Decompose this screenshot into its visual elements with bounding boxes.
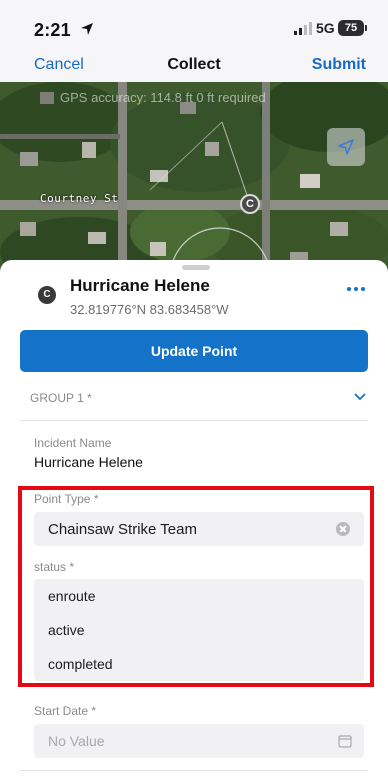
feature-coordinates: 32.819776°N 83.683458°W: [70, 302, 229, 317]
map-point-marker[interactable]: C: [240, 194, 260, 214]
sheet-grabber[interactable]: [182, 265, 210, 270]
incident-name-label: Incident Name: [34, 436, 112, 450]
point-type-label: Point Type *: [34, 492, 99, 506]
status-option-completed[interactable]: completed: [34, 647, 364, 681]
start-date-field[interactable]: No Value: [34, 724, 364, 758]
status-option-active[interactable]: active: [34, 613, 364, 647]
group-label: GROUP 1 *: [30, 391, 92, 405]
feature-sheet: C Hurricane Helene 32.819776°N 83.683458…: [0, 260, 388, 782]
divider: [20, 420, 368, 421]
option-label: enroute: [48, 588, 96, 604]
option-label: active: [48, 622, 85, 638]
feature-type-icon: C: [38, 286, 56, 304]
clear-icon[interactable]: [336, 522, 350, 536]
status-options: enroute active completed: [34, 579, 364, 681]
status-option-enroute[interactable]: enroute: [34, 579, 364, 613]
chevron-down-icon: [354, 393, 366, 401]
incident-name-value: Hurricane Helene: [34, 454, 143, 470]
network-type: 5G: [316, 20, 335, 36]
group-header[interactable]: GROUP 1 *: [20, 388, 368, 410]
option-label: completed: [48, 656, 113, 672]
status-label: status *: [34, 560, 75, 574]
submit-button[interactable]: Submit: [312, 56, 366, 74]
feature-title: Hurricane Helene: [70, 276, 210, 295]
start-date-placeholder: No Value: [48, 733, 105, 749]
nav-bar: Cancel Collect Submit: [0, 48, 388, 82]
map-view[interactable]: GPS accuracy: 114.8 ft 0 ft required Cou…: [0, 82, 388, 278]
more-options-button[interactable]: [345, 282, 367, 296]
location-arrow-icon: [81, 23, 93, 35]
locate-me-icon: [338, 139, 354, 155]
locate-me-button[interactable]: [327, 128, 365, 166]
signal-bars-icon: [294, 22, 312, 35]
calendar-icon: [338, 735, 352, 748]
gps-accuracy-text: GPS accuracy: 114.8 ft 0 ft required: [60, 90, 266, 105]
satellite-imagery: [0, 82, 388, 278]
status-bar: 2:21 5G 75: [0, 0, 388, 48]
street-label: Courtney St: [40, 192, 119, 205]
point-type-field[interactable]: Chainsaw Strike Team: [34, 512, 364, 546]
divider: [20, 770, 368, 771]
battery-indicator: 75: [338, 20, 367, 36]
status-time: 2:21: [34, 20, 71, 40]
start-date-label: Start Date *: [34, 704, 97, 718]
more-dots-icon: [347, 287, 365, 291]
point-type-value: Chainsaw Strike Team: [48, 521, 197, 538]
update-point-button[interactable]: Update Point: [20, 330, 368, 372]
